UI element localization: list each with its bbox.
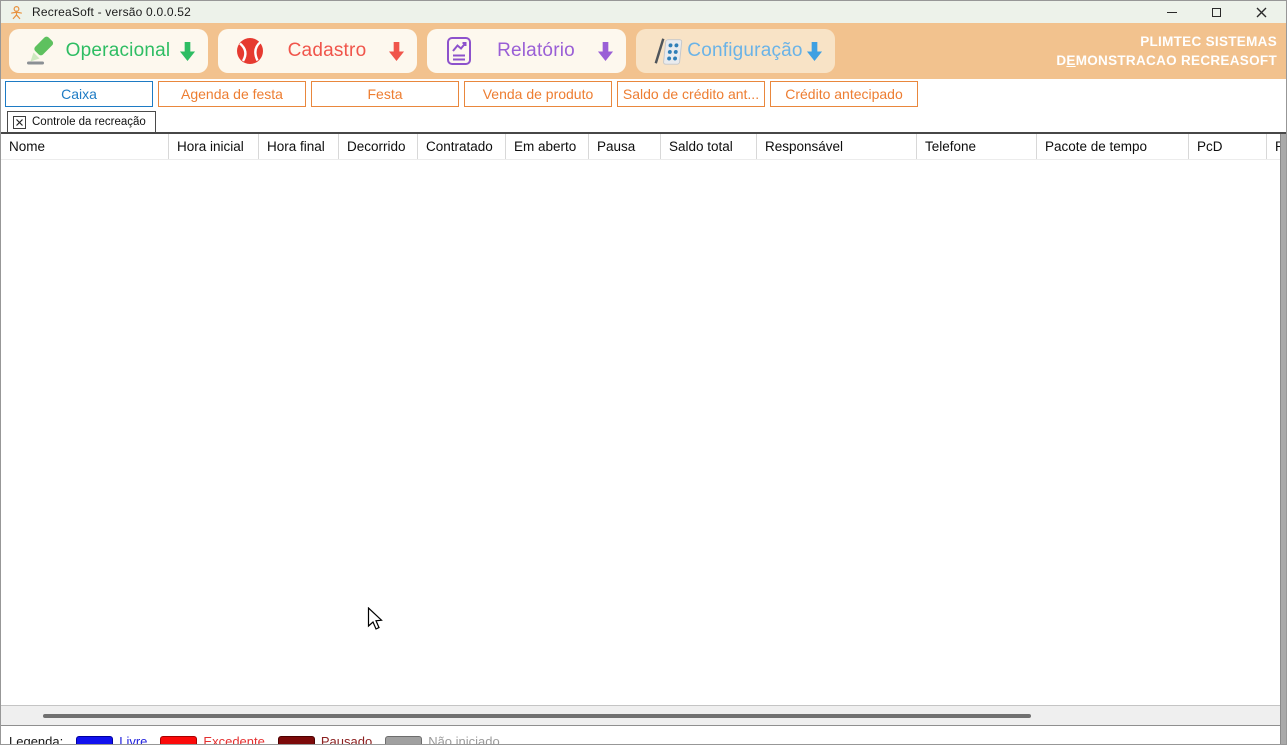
menu-configuracao-label: Configuração xyxy=(684,40,806,62)
column-header-pausa[interactable]: Pausa xyxy=(589,134,661,159)
marker-icon xyxy=(25,35,57,67)
menu-operacional[interactable]: Operacional xyxy=(9,29,208,73)
app-window: RecreaSoft - versão 0.0.0.52 Operacional xyxy=(0,0,1287,745)
app-logo-icon xyxy=(9,5,24,20)
report-chart-icon xyxy=(443,35,475,67)
column-header-em-aberto[interactable]: Em aberto xyxy=(506,134,589,159)
close-button[interactable] xyxy=(1239,1,1284,23)
minimize-icon xyxy=(1167,12,1177,13)
menu-relatorio[interactable]: Relatório xyxy=(427,29,626,73)
menu-cadastro-label: Cadastro xyxy=(266,40,388,62)
mouse-cursor xyxy=(367,607,385,631)
legend-item-livre: Livre xyxy=(76,734,147,745)
column-header-nome[interactable]: Nome xyxy=(1,134,169,159)
vertical-scrollbar[interactable] xyxy=(1280,134,1286,745)
tab-controle-da-recreacao[interactable]: Controle da recreação xyxy=(7,111,156,132)
brand-line2: DEMONSTRACAO RECREASOFT xyxy=(1056,51,1277,70)
column-header-decorrido[interactable]: Decorrido xyxy=(339,134,418,159)
grid-body-empty xyxy=(1,160,1286,705)
legend-title: Legenda: xyxy=(9,734,63,745)
dropdown-arrow-icon xyxy=(388,41,405,62)
tab-label: Controle da recreação xyxy=(32,116,146,128)
legend-item-pausado: Pausado xyxy=(278,734,372,745)
maximize-button[interactable] xyxy=(1194,1,1239,23)
legend-bar: Legenda: Livre Excedente Pausado Não ini… xyxy=(1,725,1286,745)
legend-item-excedente: Excedente xyxy=(160,734,264,745)
dropdown-arrow-icon xyxy=(179,41,196,62)
ribbon: Operacional Cadastro Relatório xyxy=(1,23,1286,79)
window-title: RecreaSoft - versão 0.0.0.52 xyxy=(32,5,191,19)
legend-swatch-excedente xyxy=(160,736,197,745)
title-bar: RecreaSoft - versão 0.0.0.52 xyxy=(1,1,1286,23)
column-header-hora-final[interactable]: Hora final xyxy=(259,134,339,159)
brand-line1: PLIMTEC SISTEMAS xyxy=(1056,32,1277,51)
column-header-contratado[interactable]: Contratado xyxy=(418,134,506,159)
legend-item-nao-iniciado: Não iniciado xyxy=(385,734,500,745)
domino-icon xyxy=(652,35,684,67)
document-tab-strip: Controle da recreação xyxy=(1,111,1286,134)
column-header-responsavel[interactable]: Responsável xyxy=(757,134,917,159)
column-header-pcd[interactable]: PcD xyxy=(1189,134,1267,159)
subtab-caixa[interactable]: Caixa xyxy=(5,81,153,107)
legend-swatch-livre xyxy=(76,736,113,745)
column-header-telefone[interactable]: Telefone xyxy=(917,134,1037,159)
brand-text: PLIMTEC SISTEMAS DEMONSTRACAO RECREASOFT xyxy=(1056,32,1277,70)
close-icon xyxy=(1256,7,1267,18)
window-controls xyxy=(1149,1,1284,23)
column-header-pacote-de-tempo[interactable]: Pacote de tempo xyxy=(1037,134,1189,159)
minimize-button[interactable] xyxy=(1149,1,1194,23)
tab-close-button[interactable] xyxy=(13,116,26,129)
column-header-hora-inicial[interactable]: Hora inicial xyxy=(169,134,259,159)
horizontal-scrollbar-thumb[interactable] xyxy=(43,714,1031,718)
grid-header-row: Nome Hora inicial Hora final Decorrido C… xyxy=(1,134,1286,160)
horizontal-scrollbar[interactable] xyxy=(1,705,1286,725)
dropdown-arrow-icon xyxy=(806,41,823,62)
legend-label-excedente: Excedente xyxy=(203,734,264,745)
dropdown-arrow-icon xyxy=(597,41,614,62)
subtab-festa[interactable]: Festa xyxy=(311,81,459,107)
menu-configuracao[interactable]: Configuração xyxy=(636,29,835,73)
subtab-bar: Caixa Agenda de festa Festa Venda de pro… xyxy=(1,79,1286,111)
legend-swatch-pausado xyxy=(278,736,315,745)
maximize-icon xyxy=(1212,8,1221,17)
subtab-credito-antecipado[interactable]: Crédito antecipado xyxy=(770,81,918,107)
legend-label-nao-iniciado: Não iniciado xyxy=(428,734,500,745)
legend-label-livre: Livre xyxy=(119,734,147,745)
menu-cadastro[interactable]: Cadastro xyxy=(218,29,417,73)
legend-label-pausado: Pausado xyxy=(321,734,372,745)
ball-icon xyxy=(234,35,266,67)
column-header-saldo-total[interactable]: Saldo total xyxy=(661,134,757,159)
close-icon xyxy=(16,119,23,126)
menu-relatorio-label: Relatório xyxy=(475,40,597,62)
subtab-agenda-de-festa[interactable]: Agenda de festa xyxy=(158,81,306,107)
menu-operacional-label: Operacional xyxy=(57,40,179,62)
subtab-saldo-de-credito[interactable]: Saldo de crédito ant... xyxy=(617,81,765,107)
subtab-venda-de-produto[interactable]: Venda de produto xyxy=(464,81,612,107)
legend-swatch-nao-iniciado xyxy=(385,736,422,745)
